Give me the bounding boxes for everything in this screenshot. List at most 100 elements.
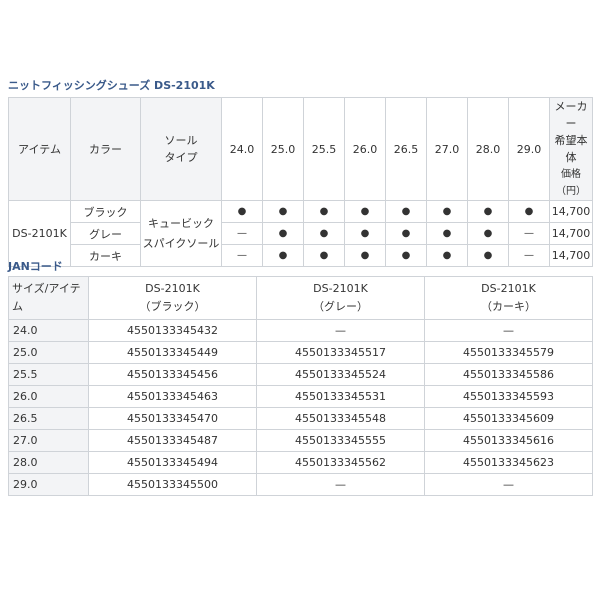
table-row: 25.0 4550133345449 4550133345517 4550133… bbox=[8, 341, 593, 364]
price-cell: 14,700 bbox=[549, 244, 593, 267]
table-row: 29.0 4550133345500 — — bbox=[8, 473, 593, 496]
availability-mark: — bbox=[221, 222, 263, 245]
availability-mark: — bbox=[221, 244, 263, 267]
jan-code-cell: 4550133345494 bbox=[88, 451, 257, 474]
jan-code-cell: — bbox=[424, 319, 593, 342]
availability-mark: ● bbox=[221, 200, 263, 223]
jan-code-cell: 4550133345432 bbox=[88, 319, 257, 342]
header-product-code: DS-2101K bbox=[481, 282, 536, 295]
availability-mark: ● bbox=[508, 200, 550, 223]
size-cell: 26.5 bbox=[8, 407, 89, 430]
availability-mark: ● bbox=[467, 222, 509, 245]
jan-code-cell: 4550133345524 bbox=[256, 363, 425, 386]
header-product-code: DS-2101K bbox=[145, 282, 200, 295]
availability-mark: ● bbox=[426, 200, 468, 223]
size-cell: 26.0 bbox=[8, 385, 89, 408]
header-price-line2: 希望本体 bbox=[554, 134, 588, 164]
availability-mark: ● bbox=[303, 222, 345, 245]
header-price: メーカー 希望本体 価格（円） bbox=[549, 97, 593, 201]
table-row: カーキ — ● ● ● ● ● ● — 14,700 bbox=[9, 244, 593, 267]
size-cell: 27.0 bbox=[8, 429, 89, 452]
sole-line2: スパイクソール bbox=[142, 236, 220, 250]
header-product-code: DS-2101K bbox=[313, 282, 368, 295]
header-size: 29.0 bbox=[508, 97, 550, 201]
table-row: 26.0 4550133345463 4550133345531 4550133… bbox=[8, 385, 593, 408]
jan-code-cell: — bbox=[256, 473, 425, 496]
sole-type-cell: キュービック スパイクソール bbox=[140, 200, 222, 267]
price-cell: 14,700 bbox=[549, 222, 593, 245]
jan-code-cell: 4550133345616 bbox=[424, 429, 593, 452]
size-cell: 25.0 bbox=[8, 341, 89, 364]
header-product-color: （ブラック） bbox=[139, 300, 206, 313]
table-row: DS-2101K ブラック キュービック スパイクソール ● ● ● ● ● ●… bbox=[8, 200, 593, 267]
availability-mark: — bbox=[508, 244, 550, 267]
spec-header-row: アイテム カラー ソール タイプ 24.0 25.0 25.5 26.0 26.… bbox=[8, 97, 593, 201]
header-sole-line1: ソール bbox=[164, 134, 198, 147]
header-size: 26.5 bbox=[385, 97, 427, 201]
header-size: 25.5 bbox=[303, 97, 345, 201]
jan-code-cell: 4550133345463 bbox=[88, 385, 257, 408]
availability-mark: ● bbox=[262, 200, 304, 223]
header-product-color: （グレー） bbox=[313, 300, 368, 313]
spec-section-title: ニットフィッシングシューズ DS-2101K bbox=[8, 79, 215, 92]
header-size: 28.0 bbox=[467, 97, 509, 201]
size-cell: 24.0 bbox=[8, 319, 89, 342]
table-row: 24.0 4550133345432 — — bbox=[8, 319, 593, 342]
color-cell: カーキ bbox=[70, 244, 141, 267]
spec-table: アイテム カラー ソール タイプ 24.0 25.0 25.5 26.0 26.… bbox=[8, 97, 593, 267]
jan-code-cell: 4550133345487 bbox=[88, 429, 257, 452]
table-row: 25.5 4550133345456 4550133345524 4550133… bbox=[8, 363, 593, 386]
availability-mark: ● bbox=[344, 244, 386, 267]
jan-code-cell: — bbox=[424, 473, 593, 496]
header-color: カラー bbox=[70, 97, 141, 201]
jan-table: サイズ/アイテム DS-2101K （ブラック） DS-2101K （グレー） … bbox=[8, 276, 593, 496]
jan-code-cell: 4550133345593 bbox=[424, 385, 593, 408]
availability-mark: ● bbox=[385, 200, 427, 223]
availability-mark: ● bbox=[303, 244, 345, 267]
availability-mark: ● bbox=[385, 222, 427, 245]
header-size-item: サイズ/アイテム bbox=[8, 276, 89, 320]
table-row: 26.5 4550133345470 4550133345548 4550133… bbox=[8, 407, 593, 430]
color-cell: ブラック bbox=[70, 200, 141, 223]
jan-code-cell: 4550133345562 bbox=[256, 451, 425, 474]
header-sole-line2: タイプ bbox=[164, 151, 198, 164]
jan-code-cell: 4550133345470 bbox=[88, 407, 257, 430]
availability-mark: ● bbox=[262, 222, 304, 245]
header-size: 25.0 bbox=[262, 97, 304, 201]
sole-line1: キュービック bbox=[148, 216, 214, 230]
jan-code-cell: 4550133345586 bbox=[424, 363, 593, 386]
jan-code-cell: 4550133345517 bbox=[256, 341, 425, 364]
size-cell: 28.0 bbox=[8, 451, 89, 474]
table-row: 27.0 4550133345487 4550133345555 4550133… bbox=[8, 429, 593, 452]
jan-code-cell: 4550133345548 bbox=[256, 407, 425, 430]
availability-mark: ● bbox=[344, 200, 386, 223]
jan-code-cell: 4550133345449 bbox=[88, 341, 257, 364]
jan-code-cell: 4550133345609 bbox=[424, 407, 593, 430]
availability-mark: ● bbox=[385, 244, 427, 267]
jan-code-cell: 4550133345500 bbox=[88, 473, 257, 496]
jan-code-cell: 4550133345531 bbox=[256, 385, 425, 408]
header-size: 26.0 bbox=[344, 97, 386, 201]
header-product-gray: DS-2101K （グレー） bbox=[256, 276, 425, 320]
item-name: DS-2101K bbox=[8, 200, 71, 267]
availability-mark: ● bbox=[303, 200, 345, 223]
availability-mark: ● bbox=[426, 222, 468, 245]
availability-mark: ● bbox=[344, 222, 386, 245]
table-row: 28.0 4550133345494 4550133345562 4550133… bbox=[8, 451, 593, 474]
jan-section-title: JANコード bbox=[8, 260, 63, 273]
header-product-black: DS-2101K （ブラック） bbox=[88, 276, 257, 320]
size-cell: 29.0 bbox=[8, 473, 89, 496]
availability-mark: ● bbox=[467, 244, 509, 267]
header-product-color: （カーキ） bbox=[481, 300, 536, 313]
price-cell: 14,700 bbox=[549, 200, 593, 223]
jan-header-row: サイズ/アイテム DS-2101K （ブラック） DS-2101K （グレー） … bbox=[8, 276, 593, 320]
header-price-line3: 価格（円） bbox=[556, 169, 586, 197]
header-size: 24.0 bbox=[221, 97, 263, 201]
color-cell: グレー bbox=[70, 222, 141, 245]
size-cell: 25.5 bbox=[8, 363, 89, 386]
availability-mark: ● bbox=[467, 200, 509, 223]
jan-code-cell: 4550133345623 bbox=[424, 451, 593, 474]
header-price-line1: メーカー bbox=[554, 100, 588, 130]
jan-code-cell: 4550133345555 bbox=[256, 429, 425, 452]
jan-code-cell: 4550133345579 bbox=[424, 341, 593, 364]
